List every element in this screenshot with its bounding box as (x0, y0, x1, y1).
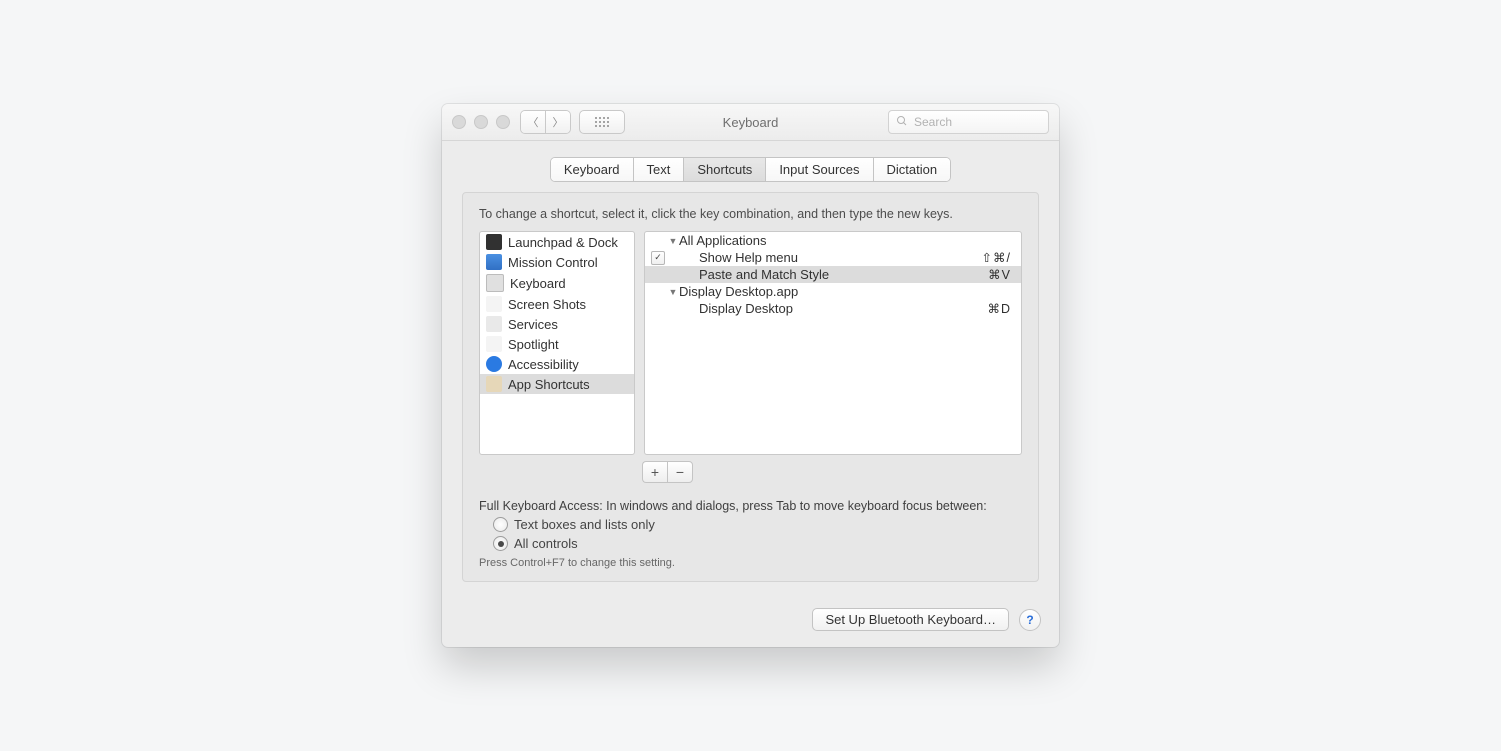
forward-button[interactable]: 〉 (545, 111, 570, 133)
category-mission-control[interactable]: Mission Control (480, 252, 634, 272)
search-placeholder: Search (914, 115, 952, 129)
help-button[interactable]: ? (1019, 609, 1041, 631)
shortcut-checkbox[interactable]: ✓ (651, 251, 665, 265)
shortcut-group[interactable]: ▼All Applications (645, 232, 1021, 249)
shortcut-group[interactable]: ▼Display Desktop.app (645, 283, 1021, 300)
tab-dictation[interactable]: Dictation (873, 158, 951, 181)
category-spotlight[interactable]: Spotlight (480, 334, 634, 354)
accessibility-icon (486, 356, 502, 372)
plus-icon: + (651, 464, 659, 480)
search-field[interactable]: Search (888, 110, 1049, 134)
nav-buttons: 〈 〉 (520, 110, 571, 134)
category-app-shortcuts[interactable]: App Shortcuts (480, 374, 634, 394)
launchpad-icon (486, 234, 502, 250)
category-keyboard[interactable]: Keyboard (480, 272, 634, 294)
services-icon (486, 316, 502, 332)
shortcut-keys[interactable]: ⌘V (988, 267, 1015, 282)
minus-icon: − (676, 464, 684, 480)
tab-text[interactable]: Text (633, 158, 684, 181)
tab-segmented-control: KeyboardTextShortcutsInput SourcesDictat… (550, 157, 951, 182)
zoom-window-button[interactable] (496, 115, 510, 129)
category-label: Launchpad & Dock (508, 235, 618, 250)
tab-shortcuts[interactable]: Shortcuts (683, 158, 765, 181)
mission-control-icon (486, 254, 502, 270)
remove-shortcut-button[interactable]: − (667, 461, 693, 483)
category-label: Accessibility (508, 357, 579, 372)
category-launchpad-dock[interactable]: Launchpad & Dock (480, 232, 634, 252)
shortcut-label: Display Desktop (679, 301, 987, 316)
grid-icon (595, 117, 609, 127)
shortcut-label: All Applications (679, 233, 1011, 248)
category-list[interactable]: Launchpad & Dock Mission Control Keyboard S… (479, 231, 635, 455)
keyboard-icon (486, 274, 504, 292)
disclosure-triangle-icon[interactable]: ▼ (667, 236, 679, 246)
screenshot-icon (486, 296, 502, 312)
lists-container: Launchpad & Dock Mission Control Keyboard S… (479, 231, 1022, 455)
tab-input-sources[interactable]: Input Sources (765, 158, 872, 181)
chevron-left-icon: 〈 (528, 114, 539, 130)
category-accessibility[interactable]: Accessibility (480, 354, 634, 374)
shortcut-keys[interactable]: ⌘D (987, 301, 1015, 316)
category-label: Services (508, 317, 558, 332)
shortcut-item[interactable]: Paste and Match Style⌘V (645, 266, 1021, 283)
spotlight-icon (486, 336, 502, 352)
chevron-right-icon: 〉 (553, 114, 564, 130)
radio-button[interactable] (493, 536, 508, 551)
shortcut-item[interactable]: ✓ Show Help menu⇧⌘/ (645, 249, 1021, 266)
window-footer: Set Up Bluetooth Keyboard… ? (442, 596, 1059, 647)
shortcut-item[interactable]: Display Desktop⌘D (645, 300, 1021, 317)
search-icon (896, 115, 908, 130)
traffic-lights (452, 115, 510, 129)
shortcuts-panel: To change a shortcut, select it, click t… (462, 192, 1039, 582)
category-label: Keyboard (510, 276, 566, 291)
fka-option[interactable]: All controls (493, 536, 1022, 551)
minimize-window-button[interactable] (474, 115, 488, 129)
preferences-window: 〈 〉 Keyboard Search KeyboardTextShortcut… (442, 104, 1059, 647)
category-label: Spotlight (508, 337, 559, 352)
fka-option[interactable]: Text boxes and lists only (493, 517, 1022, 532)
shortcut-list[interactable]: ▼All Applications✓Show Help menu⇧⌘/Paste… (644, 231, 1022, 455)
close-window-button[interactable] (452, 115, 466, 129)
category-label: App Shortcuts (508, 377, 590, 392)
category-services[interactable]: Services (480, 314, 634, 334)
category-screen-shots[interactable]: Screen Shots (480, 294, 634, 314)
category-label: Screen Shots (508, 297, 586, 312)
titlebar: 〈 〉 Keyboard Search (442, 104, 1059, 141)
add-shortcut-button[interactable]: + (642, 461, 667, 483)
app-shortcuts-icon (486, 376, 502, 392)
radio-button[interactable] (493, 517, 508, 532)
radio-label: Text boxes and lists only (514, 517, 655, 532)
show-all-button[interactable] (579, 110, 625, 134)
setup-bluetooth-keyboard-button[interactable]: Set Up Bluetooth Keyboard… (812, 608, 1009, 631)
help-icon: ? (1026, 613, 1033, 627)
instructions-text: To change a shortcut, select it, click t… (479, 207, 1022, 221)
shortcut-label: Show Help menu (679, 250, 982, 265)
category-label: Mission Control (508, 255, 598, 270)
shortcut-label: Paste and Match Style (679, 267, 988, 282)
add-remove-buttons: + − (642, 461, 1022, 483)
radio-label: All controls (514, 536, 578, 551)
fka-hint: Press Control+F7 to change this setting. (479, 557, 1022, 569)
disclosure-triangle-icon[interactable]: ▼ (667, 287, 679, 297)
shortcut-keys[interactable]: ⇧⌘/ (982, 250, 1015, 265)
tab-bar: KeyboardTextShortcutsInput SourcesDictat… (462, 157, 1039, 182)
tab-keyboard[interactable]: Keyboard (551, 158, 633, 181)
back-button[interactable]: 〈 (521, 111, 545, 133)
full-keyboard-access-label: Full Keyboard Access: In windows and dia… (479, 499, 1022, 513)
window-body: KeyboardTextShortcutsInput SourcesDictat… (442, 141, 1059, 596)
shortcut-label: Display Desktop.app (679, 284, 1011, 299)
